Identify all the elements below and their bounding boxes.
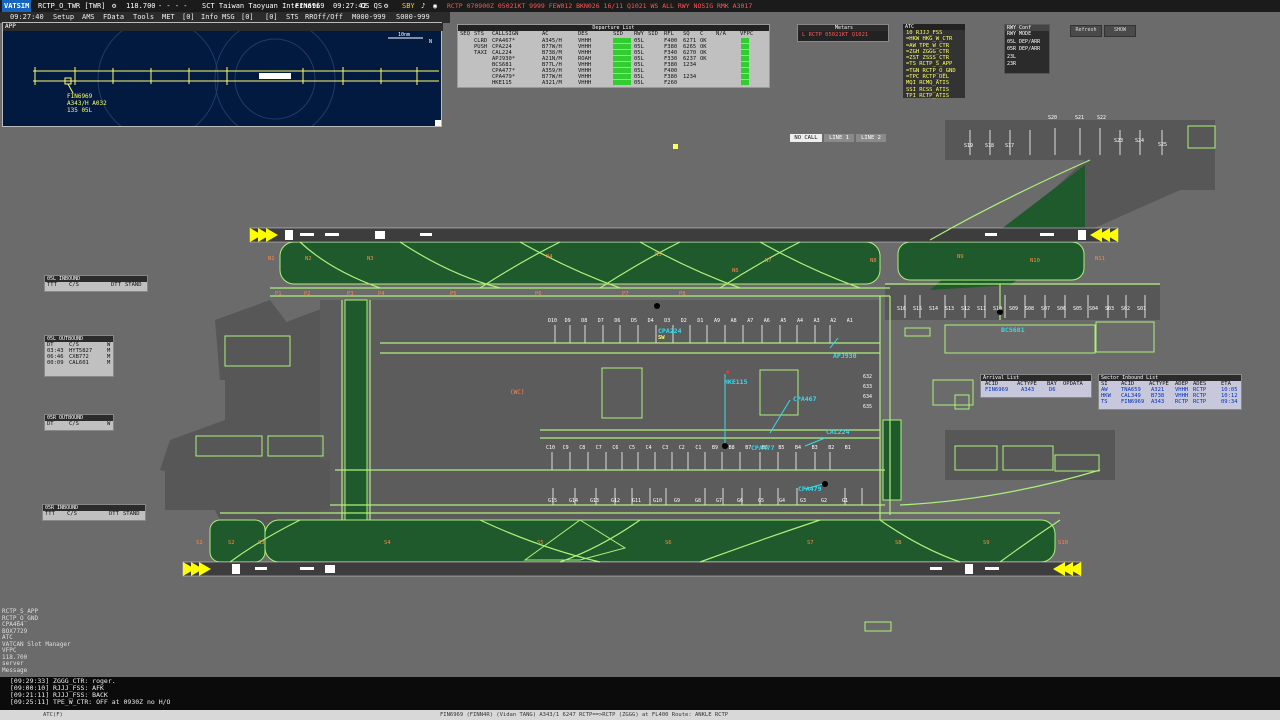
cell-adep: RCTP [1175, 399, 1189, 405]
aircraft-label-hke115[interactable]: HKE115 [724, 378, 747, 386]
line-2-button[interactable]: LINE 2 [856, 134, 886, 142]
cell-type: A343 [1151, 399, 1165, 405]
sector-row[interactable]: TS FIN6969 A343 RCTP RCTP 09:34 [1099, 399, 1241, 405]
controller-list: RCTP_S_APP RCTP_O_GND CPA464 BOX7729 ATC VATC… [2, 608, 71, 675]
inbound-05r-panel[interactable]: 05R INBOUND TTT C/S DTT STAND [42, 504, 146, 521]
chat-message: [09:29:33] ZGGG_CTR: roger. [10, 677, 116, 685]
label-callsign: CPA224 [658, 327, 682, 335]
chat-messages: [09:29:33] ZGGG_CTR: roger. [09:00:10] RJ… [0, 677, 1280, 706]
arr-acid: FIN6969 [985, 387, 1009, 393]
sector-inbound-panel[interactable]: Sector Inbound List SI ACID ACTYPE ADEP … [1098, 374, 1242, 410]
col-cs: C/S [67, 511, 77, 517]
col-cs: C/S [69, 282, 79, 288]
cell-w: M [107, 360, 111, 366]
col-stand: STAND [123, 511, 140, 517]
col-dtt: DTT [109, 511, 119, 517]
aircraft-label-bcs681[interactable]: BCS681 [1001, 326, 1024, 334]
col-stand: STAND [125, 282, 142, 288]
inbound-05r-cols: TTT C/S DTT STAND [43, 511, 145, 517]
col-cs: C/S [69, 421, 79, 427]
arr-type: A343 [1021, 387, 1035, 393]
status-bar: ATC(F) FIN6969 (FINN4R) (Vidan TANG) A34… [0, 710, 1280, 720]
arrival-list-panel[interactable]: Arrival List ACID ACTYPE BAY OPDATA FIN6… [980, 374, 1092, 398]
outbound-05l-rows: 03:43 HYT5827 M 06:46 CXB772 M 00:09 CAL601 M [45, 348, 113, 366]
aircraft-label-apj930[interactable]: APJ930 [833, 352, 856, 360]
status-left: ATC(F) [43, 712, 63, 718]
cell-si: TS [1101, 399, 1108, 405]
line-1-button[interactable]: LINE 1 [824, 134, 854, 142]
cell-acid: FIN6969 [1121, 399, 1145, 405]
cell-eta: 09:34 [1221, 399, 1238, 405]
aircraft-label-cal224[interactable]: CAL224 [826, 428, 849, 436]
col-ttt: TTT [45, 511, 55, 517]
outbound-05r-cols: DT C/S W [45, 421, 113, 427]
inbound-05l-panel[interactable]: 05L INBOUND TTT C/S DTT STAND [44, 275, 148, 292]
aerodrome-map[interactable] [0, 0, 1280, 720]
no-call-button[interactable]: NO CALL [790, 134, 822, 142]
chat-message: [09:00:10] RJJJ_FSS: AFK [10, 684, 104, 692]
col-ttt: TTT [47, 282, 57, 288]
chat-message: [09:21:11] RJJJ_FSS: BACK [10, 691, 108, 699]
aircraft-label-cpa224[interactable]: CPA224 SW [658, 327, 681, 341]
aircraft-tag-hke115: ▲ [726, 368, 730, 375]
outbound-05r-panel[interactable]: 05R OUTBOUND DT C/S W [44, 414, 114, 431]
wc-label: (WC) [510, 389, 525, 396]
outbound-row[interactable]: 00:09 CAL601 M [45, 360, 113, 366]
col-w: W [107, 421, 111, 427]
cell-cs: CAL601 [69, 360, 89, 366]
aircraft-label-cpa467[interactable]: CPA467 [793, 395, 816, 403]
inbound-05l-cols: TTT C/S DTT STAND [45, 282, 147, 288]
chat-message: [09:25:11] TPE_W_CTR: OFF at 0930Z no H/… [10, 698, 171, 706]
outbound-05l-panel[interactable]: 05L OUTBOUND DT C/S W 03:43 HYT5827 M 06:46… [44, 335, 114, 377]
col-dt: DT [47, 421, 54, 427]
cell-dt: 00:09 [47, 360, 64, 366]
aircraft-label-cpa477[interactable]: CPA477 [751, 444, 774, 452]
cell-ades: RCTP [1193, 399, 1207, 405]
aircraft-label-cpa479[interactable]: CPA479 [798, 485, 821, 493]
col-dtt: DTT [111, 282, 121, 288]
status-flightplan: FIN6969 (FINN4R) (Vidan TANG) A343/1 624… [440, 712, 729, 718]
label-sub: SW [658, 335, 665, 341]
arr-bay: D6 [1049, 387, 1056, 393]
controller-item[interactable]: Message [2, 667, 71, 675]
arrival-row[interactable]: FIN6969 A343 D6 [981, 387, 1091, 393]
sector-inbound-rows: AW TNA659 A321 VHHH RCTP 10:05 HKW CAL349 B738 VH… [1099, 387, 1241, 405]
